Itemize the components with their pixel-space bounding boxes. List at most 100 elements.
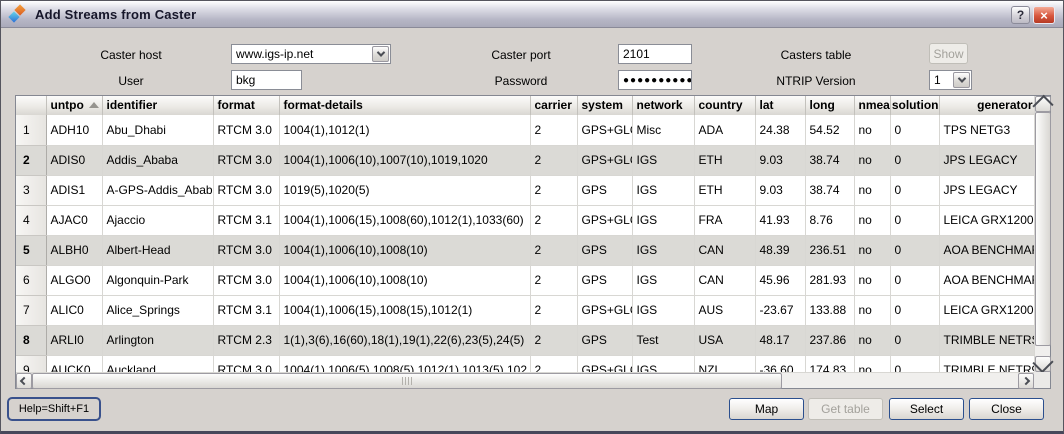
table-cell[interactable]: GPS+GLO <box>577 145 632 175</box>
show-button[interactable]: Show <box>929 43 968 64</box>
horizontal-scroll-thumb[interactable] <box>32 373 782 389</box>
table-cell[interactable]: no <box>854 175 890 205</box>
row-number[interactable]: 4 <box>16 205 46 235</box>
table-cell[interactable]: JPS LEGACY <box>939 175 1034 205</box>
column-header-system[interactable]: system <box>577 96 632 115</box>
close-button[interactable]: Close <box>969 398 1044 420</box>
table-cell[interactable]: RTCM 3.0 <box>213 265 279 295</box>
table-row[interactable]: 6ALGO0Algonquin-ParkRTCM 3.01004(1),1006… <box>16 265 1034 295</box>
table-cell[interactable]: 0 <box>890 325 939 355</box>
column-header-format-details[interactable]: format-details <box>279 96 530 115</box>
table-cell[interactable]: ALGO0 <box>46 265 102 295</box>
map-button[interactable]: Map <box>729 398 804 420</box>
table-cell[interactable]: IGS <box>632 295 694 325</box>
table-cell[interactable]: GPS <box>577 325 632 355</box>
table-cell[interactable]: RTCM 2.3 <box>213 325 279 355</box>
vertical-scroll-thumb[interactable] <box>1035 112 1051 346</box>
table-cell[interactable]: ADIS0 <box>46 145 102 175</box>
table-cell[interactable]: 1004(1),1006(10),1007(10),1019,1020 <box>279 145 530 175</box>
table-cell[interactable]: RTCM 3.0 <box>213 175 279 205</box>
table-cell[interactable]: TPS NETG3 <box>939 115 1034 145</box>
caster-host-combo[interactable]: www.igs-ip.net <box>231 44 391 64</box>
context-help-button[interactable]: ? <box>1011 6 1030 24</box>
scroll-left-icon[interactable] <box>16 373 32 389</box>
table-cell[interactable]: RTCM 3.0 <box>213 145 279 175</box>
table-row[interactable]: 5ALBH0Albert-HeadRTCM 3.01004(1),1006(10… <box>16 235 1034 265</box>
row-number[interactable]: 7 <box>16 295 46 325</box>
table-cell[interactable]: 1004(1),1006(15),1008(15),1012(1) <box>279 295 530 325</box>
table-cell[interactable]: 48.17 <box>755 325 805 355</box>
table-cell[interactable]: CAN <box>694 235 755 265</box>
table-cell[interactable]: ADIS1 <box>46 175 102 205</box>
row-number[interactable]: 3 <box>16 175 46 205</box>
password-field[interactable]: ●●●●●●●●●● <box>618 70 692 90</box>
title-bar[interactable]: Add Streams from Caster ? × <box>1 1 1063 28</box>
table-cell[interactable]: 24.38 <box>755 115 805 145</box>
table-cell[interactable]: RTCM 3.0 <box>213 115 279 145</box>
vertical-scrollbar[interactable] <box>1034 96 1050 372</box>
table-cell[interactable]: 41.93 <box>755 205 805 235</box>
table-cell[interactable]: GPS+GLO <box>577 355 632 372</box>
table-cell[interactable]: LEICA GRX1200GG <box>939 295 1034 325</box>
table-cell[interactable]: ADH10 <box>46 115 102 145</box>
table-cell[interactable]: 8.76 <box>805 205 854 235</box>
table-cell[interactable]: IGS <box>632 235 694 265</box>
table-row[interactable]: 7ALIC0Alice_SpringsRTCM 3.11004(1),1006(… <box>16 295 1034 325</box>
table-cell[interactable]: 0 <box>890 265 939 295</box>
close-window-button[interactable]: × <box>1033 6 1055 24</box>
table-cell[interactable]: no <box>854 355 890 372</box>
table-row[interactable]: 8ARLI0ArlingtonRTCM 2.31(1),3(6),16(60),… <box>16 325 1034 355</box>
table-cell[interactable]: 45.96 <box>755 265 805 295</box>
table-cell[interactable]: 2 <box>530 265 577 295</box>
table-cell[interactable]: 1004(1),1006(5),1008(5),1012(1),1013(5),… <box>279 355 530 372</box>
table-cell[interactable]: TRIMBLE NETRS <box>939 325 1034 355</box>
table-cell[interactable]: NZL <box>694 355 755 372</box>
table-cell[interactable]: LEICA GRX1200GG <box>939 205 1034 235</box>
table-cell[interactable]: 2 <box>530 205 577 235</box>
table-cell[interactable]: 2 <box>530 175 577 205</box>
table-cell[interactable]: ETH <box>694 175 755 205</box>
table-row[interactable]: 4AJAC0AjaccioRTCM 3.11004(1),1006(15),10… <box>16 205 1034 235</box>
user-field[interactable]: bkg <box>231 70 302 90</box>
row-number[interactable]: 1 <box>16 115 46 145</box>
table-cell[interactable]: Alice_Springs <box>102 295 213 325</box>
table-cell[interactable]: ARLI0 <box>46 325 102 355</box>
caster-port-field[interactable]: 2101 <box>618 44 692 64</box>
table-row[interactable]: 2ADIS0Addis_AbabaRTCM 3.01004(1),1006(10… <box>16 145 1034 175</box>
table-cell[interactable]: ALBH0 <box>46 235 102 265</box>
table-cell[interactable]: 0 <box>890 205 939 235</box>
row-number[interactable]: 6 <box>16 265 46 295</box>
table-cell[interactable]: Misc <box>632 115 694 145</box>
table-cell[interactable]: IGS <box>632 175 694 205</box>
row-number[interactable]: 5 <box>16 235 46 265</box>
table-cell[interactable]: 236.51 <box>805 235 854 265</box>
column-header-country[interactable]: country <box>694 96 755 115</box>
table-cell[interactable]: 1004(1),1012(1) <box>279 115 530 145</box>
column-header-lat[interactable]: lat <box>755 96 805 115</box>
table-cell[interactable]: 9.03 <box>755 175 805 205</box>
column-header-identifier[interactable]: identifier <box>102 96 213 115</box>
table-cell[interactable]: Algonquin-Park <box>102 265 213 295</box>
table-cell[interactable]: 0 <box>890 355 939 372</box>
chevron-down-icon[interactable] <box>953 72 970 88</box>
table-cell[interactable]: 9.03 <box>755 145 805 175</box>
table-cell[interactable]: 133.88 <box>805 295 854 325</box>
table-cell[interactable]: Ajaccio <box>102 205 213 235</box>
table-cell[interactable]: 2 <box>530 115 577 145</box>
table-cell[interactable]: Albert-Head <box>102 235 213 265</box>
table-cell[interactable]: USA <box>694 325 755 355</box>
table-cell[interactable]: 0 <box>890 145 939 175</box>
table-row[interactable]: 3ADIS1A-GPS-Addis_AbabaRTCM 3.01019(5),1… <box>16 175 1034 205</box>
row-number[interactable]: 8 <box>16 325 46 355</box>
table-cell[interactable]: FRA <box>694 205 755 235</box>
table-cell[interactable]: -23.67 <box>755 295 805 325</box>
table-cell[interactable]: Arlington <box>102 325 213 355</box>
table-cell[interactable]: 281.93 <box>805 265 854 295</box>
table-cell[interactable]: GPS+GLO <box>577 115 632 145</box>
table-cell[interactable]: 0 <box>890 235 939 265</box>
table-cell[interactable]: no <box>854 205 890 235</box>
table-cell[interactable]: Addis_Ababa <box>102 145 213 175</box>
table-cell[interactable]: RTCM 3.0 <box>213 235 279 265</box>
table-cell[interactable]: AOA BENCHMARK <box>939 265 1034 295</box>
horizontal-scrollbar[interactable] <box>16 372 1034 388</box>
